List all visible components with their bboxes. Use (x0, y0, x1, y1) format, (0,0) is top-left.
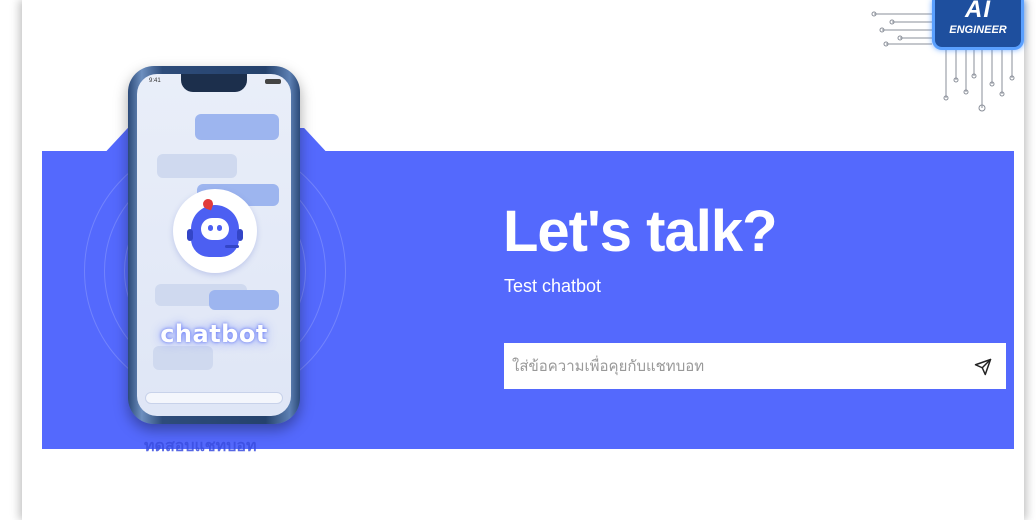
phone-illustration: 9:41 chatbot (128, 66, 300, 428)
bot-mic (225, 245, 239, 248)
logo-ai-text: AI (965, 0, 991, 23)
chat-bubble (209, 290, 279, 310)
chat-bubble (157, 154, 237, 178)
chatbot-logo-text: chatbot (160, 320, 268, 348)
bot-antenna (201, 197, 215, 211)
battery-icon (265, 79, 281, 84)
bot-face (201, 218, 229, 240)
chat-message-input[interactable] (504, 343, 1006, 389)
chatbot-mascot-icon (173, 189, 257, 273)
phone-screen: 9:41 chatbot (137, 74, 291, 416)
chat-bubble (153, 346, 213, 370)
paper-plane-icon (974, 358, 992, 376)
bot-ear (187, 229, 193, 241)
phone-notch (181, 74, 247, 92)
send-button[interactable] (970, 354, 996, 380)
circuit-chip-icon: AI ENGINEER (932, 0, 1024, 50)
bot-ear (237, 229, 243, 241)
phone-input-bar (145, 392, 283, 404)
phone-status-time: 9:41 (149, 78, 161, 84)
bot-eye (217, 225, 222, 231)
bot-head (187, 197, 243, 257)
phone-body: 9:41 chatbot (128, 66, 300, 424)
page-title: Let's talk? (503, 199, 778, 264)
ai-engineer-logo: AI ENGINEER (870, 0, 1036, 116)
phone-caption: ทดสอบแชทบอท (144, 436, 257, 454)
logo-engineer-text: ENGINEER (949, 24, 1007, 36)
chat-bubble (195, 114, 279, 140)
page-subtitle: Test chatbot (504, 276, 602, 296)
bot-eye (208, 225, 213, 231)
